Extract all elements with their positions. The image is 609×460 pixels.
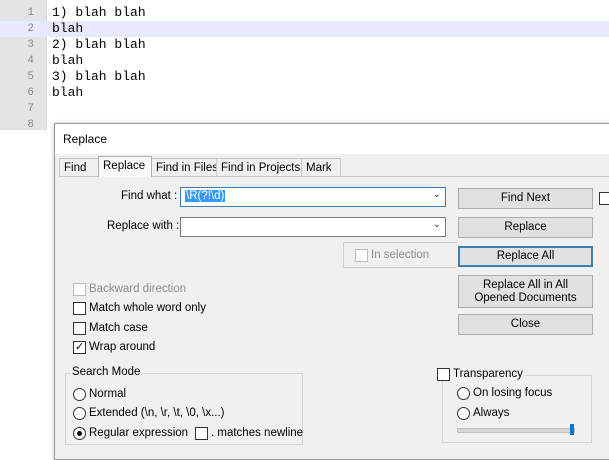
editor-line-current[interactable]: 2 blah (0, 21, 609, 37)
line-text: 3) blah blah (52, 69, 146, 84)
wrap-around-label: Wrap around (89, 341, 156, 353)
find-what-value: \R(?!\d) (185, 190, 226, 202)
replace-all-opened-button[interactable]: Replace All in All Opened Documents (458, 275, 593, 308)
editor-line[interactable]: 1 1) blah blah (0, 5, 609, 21)
editor[interactable]: 1 1) blah blah 2 blah 3 2) blah blah 4 b… (0, 0, 609, 131)
normal-label: Normal (89, 388, 127, 400)
search-mode-title: Search Mode (70, 366, 143, 378)
replace-all-button[interactable]: Replace All (458, 246, 593, 267)
match-whole-word-label: Match whole word only (89, 302, 206, 314)
find-what-combo[interactable]: \R(?!\d) ⌄ (180, 187, 446, 207)
replace-with-label: Replace with : (107, 220, 180, 232)
matches-newline-label: . matches newline (211, 427, 304, 439)
match-whole-word-checkbox[interactable] (73, 302, 86, 315)
close-button[interactable]: Close (458, 314, 593, 335)
line-text: 1) blah blah (52, 5, 146, 20)
radio-dot (77, 431, 82, 436)
always-radio[interactable] (457, 407, 470, 420)
chevron-down-icon[interactable]: ⌄ (433, 189, 441, 200)
find-what-label: Find what : (121, 190, 178, 202)
regex-radio[interactable] (73, 427, 86, 440)
line-number: 6 (27, 87, 34, 99)
tab-find-in-files[interactable]: Find in Files (151, 158, 218, 176)
editor-line[interactable]: 7 (0, 101, 609, 117)
line-number: 8 (27, 119, 34, 131)
find-next-option-checkbox[interactable] (599, 192, 609, 205)
transparency-label: Transparency (451, 368, 525, 380)
tab-replace[interactable]: Replace (98, 156, 152, 177)
match-case-label: Match case (89, 322, 148, 334)
line-number: 5 (27, 71, 34, 83)
editor-line[interactable]: 5 3) blah blah (0, 69, 609, 85)
regex-label: Regular expression (89, 427, 189, 439)
line-number: 3 (27, 39, 34, 51)
line-text: 2) blah blah (52, 37, 146, 52)
tab-find[interactable]: Find (59, 158, 99, 176)
line-number: 2 (27, 23, 34, 35)
line-text: blah (52, 21, 84, 36)
transparency-slider-track[interactable] (457, 428, 575, 433)
transparency-checkbox[interactable] (437, 368, 450, 381)
always-label: Always (473, 407, 510, 419)
editor-line[interactable]: 3 2) blah blah (0, 37, 609, 53)
find-next-button[interactable]: Find Next (458, 188, 593, 209)
in-selection-label: In selection (371, 249, 430, 261)
dialog-titlebar[interactable]: Replace (55, 124, 609, 154)
line-number: 7 (27, 103, 34, 115)
backward-direction-checkbox[interactable] (73, 283, 86, 296)
editor-line[interactable]: 4 blah (0, 53, 609, 69)
in-selection-checkbox[interactable] (355, 249, 368, 262)
on-losing-focus-label: On losing focus (473, 387, 553, 399)
tab-find-in-projects[interactable]: Find in Projects (216, 158, 302, 176)
match-case-checkbox[interactable] (73, 322, 86, 335)
line-text: blah (52, 85, 84, 100)
transparency-slider-thumb[interactable] (570, 424, 574, 435)
replace-dialog: Replace Find Replace Find in Files Find … (54, 123, 609, 460)
line-text: blah (52, 53, 84, 68)
replace-button[interactable]: Replace (458, 217, 593, 238)
check-icon: ✓ (75, 341, 85, 353)
backward-direction-label: Backward direction (89, 283, 187, 295)
wrap-around-checkbox[interactable]: ✓ (73, 341, 86, 354)
line-number: 1 (27, 7, 34, 19)
on-losing-focus-radio[interactable] (457, 387, 470, 400)
tab-mark[interactable]: Mark (301, 158, 341, 176)
chevron-down-icon[interactable]: ⌄ (433, 219, 441, 230)
replace-with-combo[interactable]: ⌄ (180, 217, 446, 237)
extended-label: Extended (\n, \r, \t, \0, \x...) (89, 407, 225, 419)
line-number: 4 (27, 55, 34, 67)
dialog-title: Replace (63, 132, 108, 146)
normal-radio[interactable] (73, 388, 86, 401)
editor-line[interactable]: 6 blah (0, 85, 609, 101)
matches-newline-checkbox[interactable] (195, 427, 208, 440)
extended-radio[interactable] (73, 407, 86, 420)
